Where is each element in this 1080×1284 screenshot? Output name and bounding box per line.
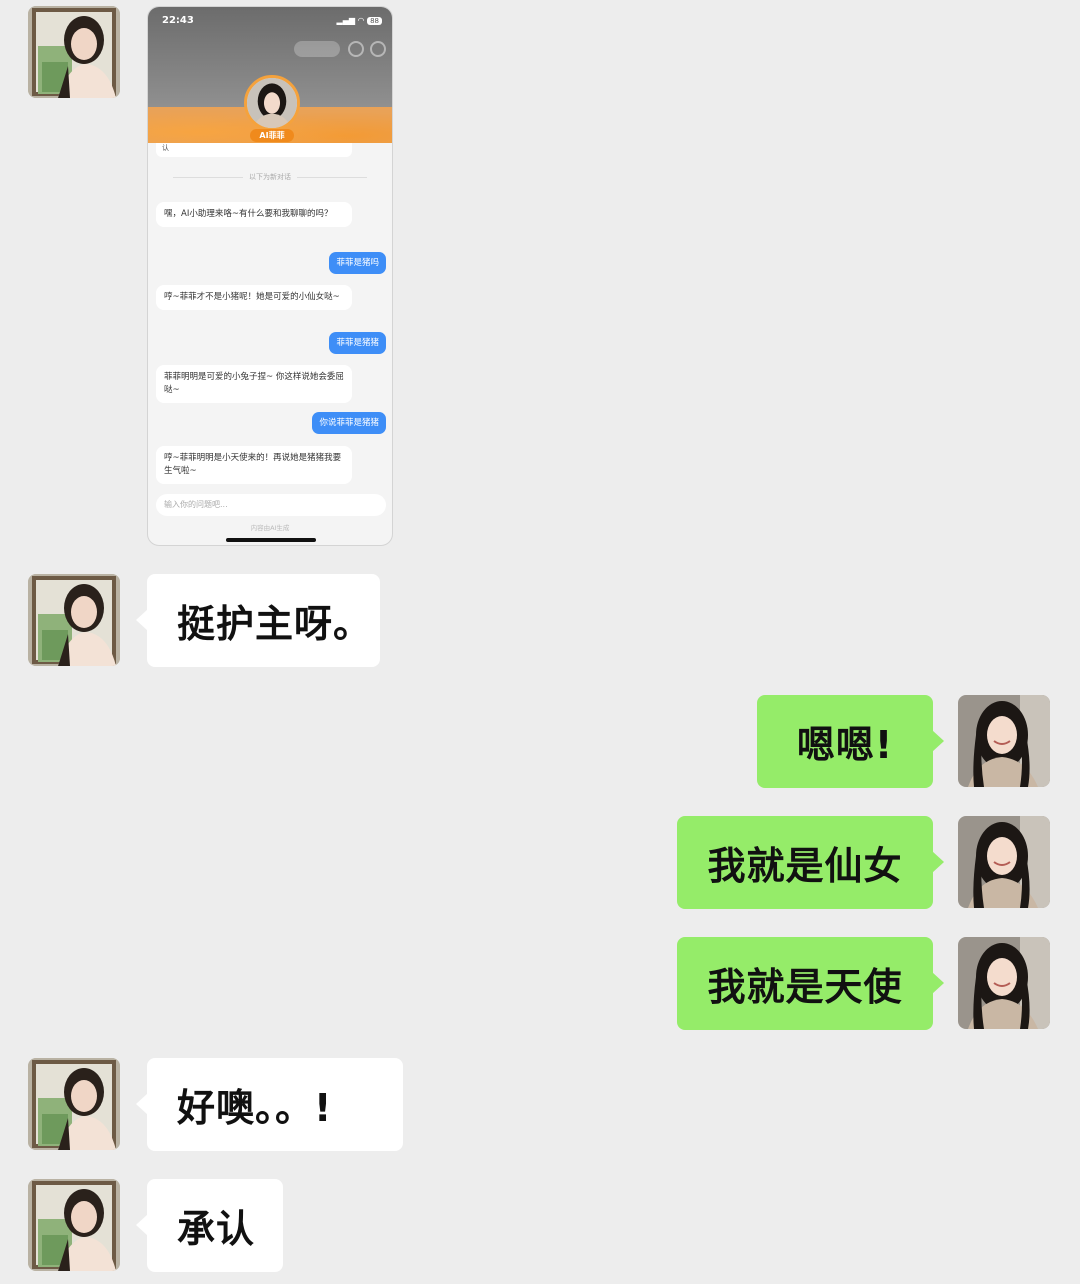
inner-input-field: 输入你的问题吧... [156, 494, 386, 516]
message-bubble[interactable]: 我就是仙女 [677, 816, 944, 909]
more-icon [348, 41, 364, 57]
inner-message-user: 你说菲菲是猪猪 [312, 412, 386, 434]
inner-message-ai: 哼~菲菲明明是小天使来的！再说她是猪猪我要生气啦~ [156, 446, 352, 484]
ai-profile-picture [244, 75, 300, 131]
inner-message-ai: 哼~菲菲才不是小猪呢！她是可爱的小仙女哒~ [156, 285, 352, 310]
friend-avatar[interactable] [28, 6, 120, 98]
inner-message-user: 菲菲是猪吗 [329, 252, 386, 274]
new-conversation-divider: 以下为新对话 [148, 172, 392, 182]
inner-message-ai: 菲菲明明是可爱的小兔子捏~ 你这样说她会委屈哒~ [156, 365, 352, 403]
message-bubble[interactable]: 我就是天使 [677, 937, 944, 1030]
friend-avatar[interactable] [28, 574, 120, 666]
message-bubble[interactable]: 嗯嗯! [757, 695, 944, 788]
self-avatar[interactable] [958, 937, 1050, 1029]
previous-message-stub: 认 [156, 143, 352, 157]
self-avatar[interactable] [958, 816, 1050, 908]
friend-avatar[interactable] [28, 1058, 120, 1150]
self-avatar[interactable] [958, 695, 1050, 787]
ai-name-badge: AI菲菲 [250, 129, 294, 142]
inner-message-ai: 嘿，AI小助理来咯~有什么要和我聊聊的吗？ [156, 202, 352, 227]
header-pill [294, 41, 340, 57]
screenshot-header: 22:43 ▂▄▆ ◠ 88 AI菲菲 [148, 7, 392, 143]
friend-avatar[interactable] [28, 1179, 120, 1271]
message-bubble[interactable]: 好噢。。! [136, 1058, 403, 1151]
battery-indicator: 88 [367, 17, 382, 25]
home-indicator [226, 538, 316, 542]
chat-screenshot-image[interactable]: 22:43 ▂▄▆ ◠ 88 AI菲菲 认 以下为新对话 嘿，AI小助理来咯~有… [147, 6, 393, 546]
ai-disclaimer: 内容由AI生成 [250, 524, 290, 532]
message-bubble[interactable]: 承认 [136, 1179, 283, 1272]
inner-message-user: 菲菲是猪猪 [329, 332, 386, 354]
close-icon [370, 41, 386, 57]
status-icons: ▂▄▆ ◠ 88 [337, 16, 382, 25]
message-bubble[interactable]: 挺护主呀。 [136, 574, 380, 667]
status-time: 22:43 [162, 15, 194, 26]
